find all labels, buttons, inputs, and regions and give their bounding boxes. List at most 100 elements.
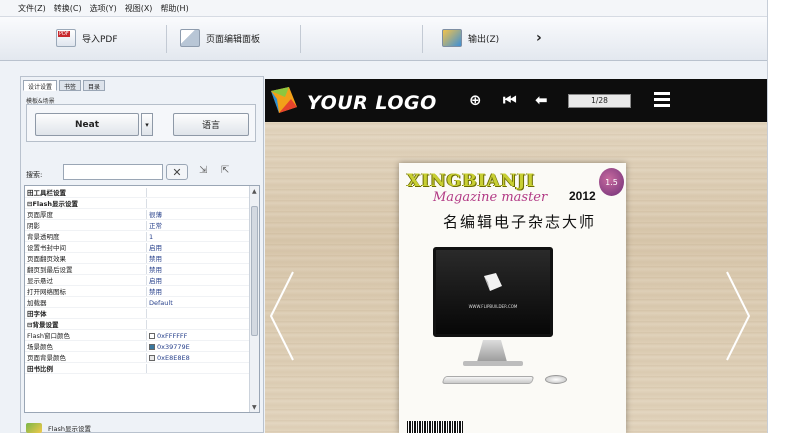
property-value-cell[interactable]: 正常 [147,221,249,230]
output-button[interactable]: 输出(Z) [442,27,499,49]
property-value-cell[interactable] [147,309,249,318]
template-dropdown-button[interactable]: ▾ [141,113,153,136]
import-pdf-button[interactable]: 导入PDF [56,27,118,49]
property-value-cell[interactable]: 禁用 [147,254,249,263]
page-number-input[interactable]: 1/28 [568,94,631,108]
monitor-stand [477,340,507,362]
color-swatch[interactable] [149,354,155,361]
book-preview: YOUR LOGO ⊕ ⏮ ⬅ 1/28 XINGBIANJI 1.5 Maga… [265,79,767,433]
menu-icon[interactable] [654,92,670,108]
property-value-cell[interactable]: 禁用 [147,287,249,296]
page-editor-label: 页面编辑面板 [206,34,261,45]
property-category-row[interactable]: 田书比例 [25,364,249,374]
monitor-illustration: WWW.FLIPBUILDER.COM [433,247,553,337]
menu-view[interactable]: 视图(X) [125,3,153,14]
property-value: 禁用 [149,254,162,263]
clear-search-button[interactable]: ✕ [166,164,188,180]
property-value-cell[interactable]: 禁用 [147,265,249,274]
previous-page-icon[interactable]: ⬅ [535,91,548,109]
cover-chinese-title: 名编辑电子杂志大师 [443,213,597,231]
property-row[interactable]: 打开网络图标 禁用 [25,287,249,297]
toolbar: 导入PDF 页面编辑面板 预览 输出(Z) › [0,17,767,433]
property-key: 页面翻页效果 [25,254,147,263]
color-swatch[interactable] [149,332,155,339]
output-icon [442,29,462,47]
book-cover[interactable]: XINGBIANJI 1.5 Magazine master 2012 名编辑电… [399,163,626,433]
property-row[interactable]: 设置书封中间 启用 [25,243,249,253]
property-value: Default [149,298,173,307]
property-category-row[interactable]: 田工具栏设置 [25,188,249,198]
expand-all-icon[interactable]: ⇲ [199,165,207,176]
menu-options[interactable]: 选项(Y) [90,3,117,14]
page-edit-icon [180,29,200,47]
property-value-cell[interactable]: 0x39779E [147,342,249,351]
zoom-in-icon[interactable]: ⊕ [469,91,482,109]
property-row[interactable]: 页面翻页效果 禁用 [25,254,249,264]
tab-design-settings[interactable]: 设计设置 [23,80,58,91]
property-row[interactable]: 背景透明度 1 [25,232,249,242]
property-category-row[interactable]: ⊟Flash显示设置 [25,199,249,209]
first-page-icon[interactable]: ⏮ [503,91,517,109]
property-value-cell[interactable]: 启用 [147,243,249,252]
property-value-cell[interactable]: 1 [147,232,249,241]
property-row[interactable]: 阴影 正常 [25,221,249,231]
property-row[interactable]: 显示悬过 启用 [25,276,249,286]
color-swatch[interactable] [149,343,155,350]
property-value-cell[interactable]: Default [147,298,249,307]
property-value-cell[interactable]: 启用 [147,276,249,285]
property-row[interactable]: 加载器 Default [25,298,249,308]
menu-file[interactable]: 文件(Z) [18,3,46,14]
search-input[interactable] [63,164,163,180]
next-page-arrow-icon[interactable] [725,270,751,362]
settings-panel: 设计设置 书签 目录 模板&场景 Neat ▾ 语言 搜索: ✕ ⇲ ⇱ ▲ ▼… [20,76,264,433]
property-category-row[interactable]: ⊟背景设置 [25,320,249,330]
prev-page-arrow-icon[interactable] [269,270,295,362]
property-category-row[interactable]: 田字体 [25,309,249,319]
cover-badge: 1.5 [599,168,624,196]
scroll-up-icon[interactable]: ▲ [252,188,257,195]
property-value-cell[interactable]: 0xE8E8E8 [147,353,249,362]
flipbuilder-logo-icon [484,273,502,291]
pdf-icon [56,29,76,47]
scroll-down-icon[interactable]: ▼ [252,404,257,411]
property-value-cell[interactable] [147,188,249,197]
property-key: 设置书封中间 [25,243,147,252]
cover-subtitle: Magazine master [433,190,548,205]
preview-topbar: YOUR LOGO ⊕ ⏮ ⬅ 1/28 [265,79,767,122]
scrollbar-thumb[interactable] [251,206,258,336]
template-button[interactable]: Neat [35,113,182,212]
property-value-cell[interactable] [147,320,249,329]
tab-toc[interactable]: 目录 [83,80,106,91]
property-key: 田工具栏设置 [25,188,147,197]
property-row[interactable]: 页面背景颜色 0xE8E8E8 [25,353,249,363]
property-value: 0x39779E [157,342,190,351]
property-value: 启用 [149,243,162,252]
property-key: ⊟Flash显示设置 [25,199,147,208]
property-value-cell[interactable]: 0xFFFFFF [147,331,249,340]
page-editor-button[interactable]: 页面编辑面板 [180,27,260,49]
tab-bookmarks[interactable]: 书签 [59,80,82,91]
collapse-all-icon[interactable]: ⇱ [221,165,229,176]
property-value: 启用 [149,276,162,285]
property-row[interactable]: 翻页到最后设置 禁用 [25,265,249,275]
property-value: 0xFFFFFF [157,331,188,340]
template-box: Neat ▾ 语言 [26,104,256,212]
menu-convert[interactable]: 转换(C) [54,3,82,14]
property-value-cell[interactable] [147,199,249,208]
menu-help[interactable]: 帮助(H) [160,3,188,14]
property-key: 翻页到最后设置 [25,265,147,274]
settings-tabs: 设计设置 书签 目录 [23,80,106,92]
toolbar-more-button[interactable]: › [536,27,542,49]
property-row[interactable]: 场景颜色 0x39779E [25,342,249,352]
property-value-cell[interactable] [147,364,249,373]
cover-year: 2012 [569,189,596,203]
menu-bar: 文件(Z) 转换(C) 选项(Y) 视图(X) 帮助(H) [0,0,767,17]
property-row[interactable]: 页面厚度 很薄 [25,210,249,220]
property-grid-scrollbar[interactable]: ▲ ▼ [249,186,259,412]
monitor-base [463,361,523,366]
language-button[interactable]: 语言 [173,113,249,136]
property-row[interactable]: Flash窗口颜色 0xFFFFFF [25,331,249,341]
property-value-cell[interactable]: 很薄 [147,210,249,219]
property-key: 阴影 [25,221,147,230]
property-grid: ▲ ▼ 田工具栏设置 ⊟Flash显示设置 页面厚度 很薄 阴影 正常 背景透明度 1 设置书封… [24,185,260,413]
